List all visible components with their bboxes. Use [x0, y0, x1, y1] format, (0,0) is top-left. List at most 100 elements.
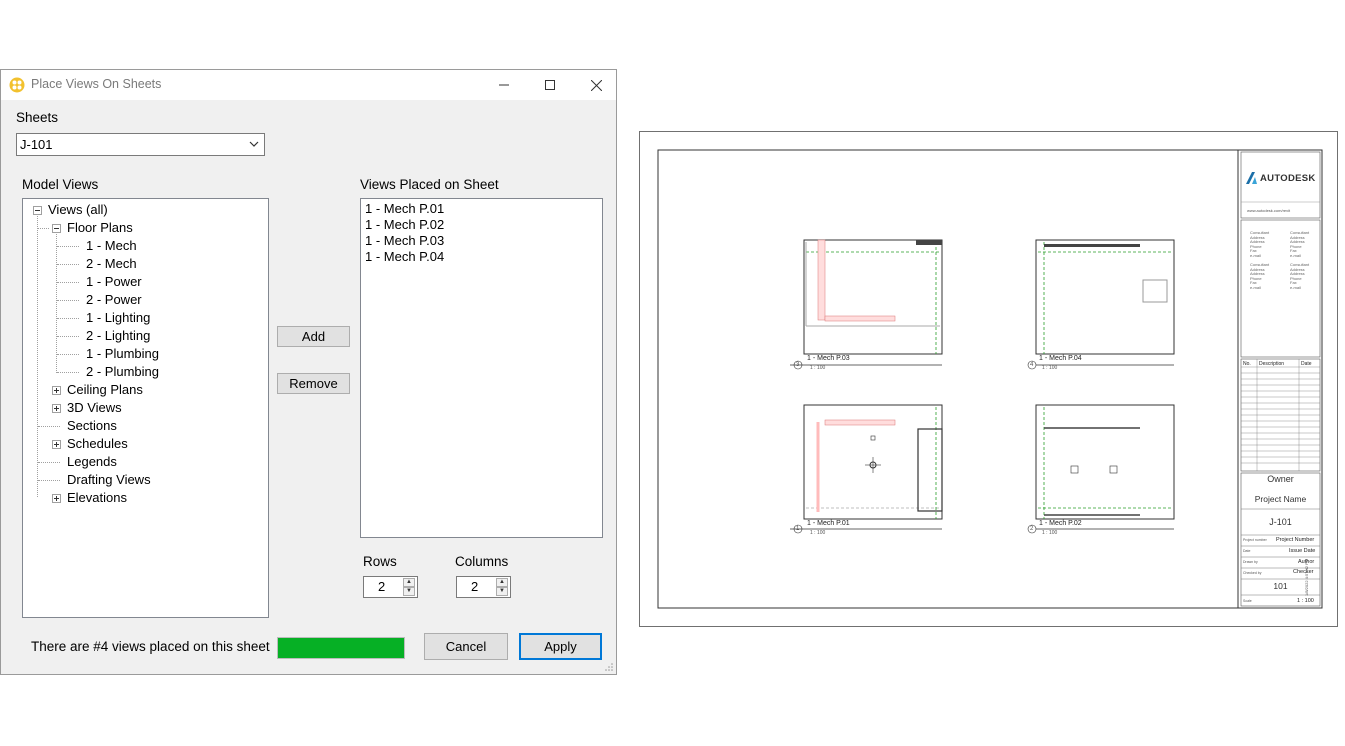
viewport-number: 4 — [1030, 362, 1034, 368]
consultant-block-3: Consultant Address Address Phone Fax e-mail — [1250, 262, 1270, 290]
close-button[interactable] — [573, 70, 619, 100]
scale-value: 1 : 100 — [1297, 598, 1314, 604]
viewport-title[interactable]: 1 - Mech P.03 — [807, 355, 850, 362]
tree-node-3d-views[interactable]: 3D Views — [67, 400, 122, 415]
drawn-by-label: Drawn by — [1243, 560, 1258, 564]
stepper-up-icon[interactable]: ▲ — [496, 578, 508, 587]
columns-label: Columns — [455, 554, 509, 569]
maximize-icon — [545, 80, 555, 90]
columns-stepper[interactable]: 2 ▲ ▼ — [456, 576, 511, 598]
viewport-3 — [790, 239, 943, 370]
tree-node-ceiling-plans[interactable]: Ceiling Plans — [67, 382, 143, 397]
tree-line — [38, 462, 60, 463]
tree-node-1-plumbing[interactable]: 1 - Plumbing — [86, 346, 159, 361]
sheet-preview[interactable]: 3 1 - Mech P.03 1 : 100 4 1 - Mech P.04 … — [639, 131, 1338, 627]
sheet-name-text: J-101 — [1269, 517, 1292, 527]
tree-node-2-plumbing[interactable]: 2 - Plumbing — [86, 364, 159, 379]
add-button[interactable]: Add — [277, 326, 350, 347]
collapse-icon[interactable] — [33, 206, 42, 215]
project-number-label: Project number — [1243, 538, 1267, 542]
list-item[interactable]: 1 - Mech P.02 — [365, 217, 444, 232]
cancel-button[interactable]: Cancel — [424, 633, 508, 660]
scale-label: Scale — [1243, 599, 1252, 603]
rows-value: 2 — [378, 579, 386, 594]
list-item[interactable]: 1 - Mech P.03 — [365, 233, 444, 248]
tree-line — [37, 228, 49, 229]
project-name-text: Project Name — [1254, 494, 1307, 504]
tree-node-1-mech[interactable]: 1 - Mech — [86, 238, 137, 253]
tree-line — [37, 213, 38, 497]
tree-node-1-lighting[interactable]: 1 - Lighting — [86, 310, 150, 325]
rows-stepper[interactable]: 2 ▲ ▼ — [363, 576, 418, 598]
viewport-title[interactable]: 1 - Mech P.02 — [1039, 520, 1082, 527]
resize-grip-icon[interactable] — [604, 662, 614, 672]
tree-node-sections[interactable]: Sections — [67, 418, 117, 433]
viewport-2 — [1027, 404, 1175, 534]
sheets-label: Sheets — [16, 110, 59, 125]
tree-line — [56, 231, 57, 373]
rev-header-description: Description — [1259, 361, 1285, 367]
expand-icon[interactable] — [52, 404, 61, 413]
consultant-block-1: Consultant Address Address Phone Fax e-mail — [1250, 230, 1270, 258]
autodesk-logo: AUTODESK — [1260, 173, 1316, 184]
tree-line — [57, 318, 79, 319]
viewport-title[interactable]: 1 - Mech P.01 — [807, 520, 850, 527]
list-item[interactable]: 1 - Mech P.04 — [365, 249, 444, 264]
tree-node-legends[interactable]: Legends — [67, 454, 117, 469]
sheet-drawing — [657, 149, 1323, 609]
viewport-scale: 1 : 100 — [810, 530, 826, 536]
tree-node-2-lighting[interactable]: 2 - Lighting — [86, 328, 150, 343]
viewport-number: 1 — [796, 526, 800, 532]
close-icon — [590, 79, 602, 91]
stepper-up-icon[interactable]: ▲ — [403, 578, 415, 587]
tree-node-2-mech[interactable]: 2 - Mech — [86, 256, 137, 271]
collapse-icon[interactable] — [52, 224, 61, 233]
minimize-button[interactable] — [481, 70, 527, 100]
tree-node-schedules[interactable]: Schedules — [67, 436, 128, 451]
rev-header-date: Date — [1301, 361, 1312, 367]
tree-node-drafting-views[interactable]: Drafting Views — [67, 472, 151, 487]
window-title: Place Views On Sheets — [31, 77, 162, 91]
tree-line — [57, 300, 79, 301]
rev-header-no: No. — [1243, 361, 1251, 367]
url-text: www.autodesk.com/revit — [1247, 208, 1291, 213]
viewport-number: 3 — [796, 362, 800, 368]
chevron-down-icon — [249, 141, 259, 147]
tree-line — [57, 246, 79, 247]
model-views-tree[interactable]: Views (all) Floor Plans 1 - Mech 2 - Mec… — [22, 198, 269, 618]
apply-button[interactable]: Apply — [519, 633, 602, 660]
date-label: Date — [1243, 549, 1251, 553]
stepper-down-icon[interactable]: ▼ — [496, 587, 508, 596]
expand-icon[interactable] — [52, 440, 61, 449]
tree-node-elevations[interactable]: Elevations — [67, 490, 127, 505]
sheet-dropdown[interactable]: J-101 — [16, 133, 265, 156]
tree-line — [57, 372, 79, 373]
viewport-scale: 1 : 100 — [1042, 365, 1058, 371]
tree-line — [38, 480, 60, 481]
status-text: There are #4 views placed on this sheet — [31, 639, 270, 654]
tree-node-1-power[interactable]: 1 - Power — [86, 274, 142, 289]
expand-icon[interactable] — [52, 386, 61, 395]
app-icon — [9, 77, 25, 93]
tree-node-floor-plans[interactable]: Floor Plans — [67, 220, 133, 235]
tree-line — [57, 354, 79, 355]
tree-line — [57, 336, 79, 337]
remove-button[interactable]: Remove — [277, 373, 350, 394]
expand-icon[interactable] — [52, 494, 61, 503]
maximize-button[interactable] — [527, 70, 573, 100]
title-bar[interactable]: Place Views On Sheets — [1, 70, 616, 100]
tree-node-views-all[interactable]: Views (all) — [48, 202, 108, 217]
views-placed-list[interactable]: 1 - Mech P.01 1 - Mech P.02 1 - Mech P.0… — [360, 198, 603, 538]
owner-text: Owner — [1267, 474, 1294, 484]
viewport-title[interactable]: 1 - Mech P.04 — [1039, 355, 1082, 362]
viewport-scale: 1 : 100 — [1042, 530, 1058, 536]
viewport-4 — [1027, 239, 1175, 370]
tree-node-2-power[interactable]: 2 - Power — [86, 292, 142, 307]
sheet-dropdown-value: J-101 — [20, 137, 53, 152]
checked-by-label: Checked by — [1243, 571, 1262, 575]
views-placed-label: Views Placed on Sheet — [360, 177, 499, 192]
rows-label: Rows — [363, 554, 397, 569]
vertical-date-text: 1/8/2022 4:57:42 PM — [1304, 558, 1309, 596]
list-item[interactable]: 1 - Mech P.01 — [365, 201, 444, 216]
stepper-down-icon[interactable]: ▼ — [403, 587, 415, 596]
